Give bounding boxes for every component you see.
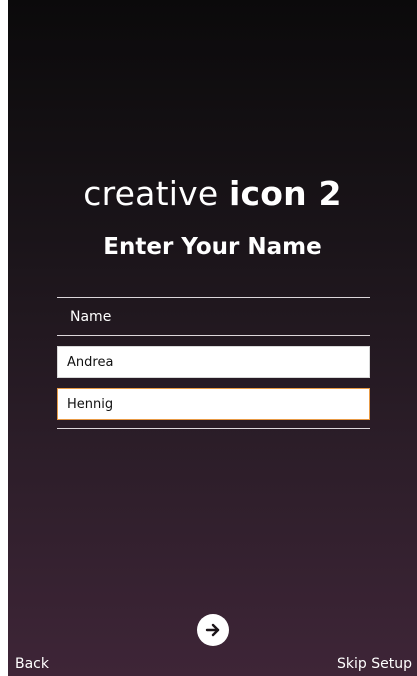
divider-middle: [57, 335, 370, 336]
divider-bottom: [57, 428, 370, 429]
arrow-right-icon: [204, 621, 222, 639]
brand-light-text: creative: [83, 174, 219, 213]
last-name-field[interactable]: [57, 388, 370, 420]
first-name-field[interactable]: [57, 346, 370, 378]
name-section-label: Name: [70, 309, 112, 325]
next-button[interactable]: [197, 614, 229, 646]
brand-bold-text: icon 2: [229, 174, 342, 213]
skip-setup-button[interactable]: Skip Setup: [337, 655, 412, 673]
setup-screen: creative icon 2 Enter Your Name Name Bac…: [8, 0, 417, 676]
page-title: Enter Your Name: [103, 234, 322, 260]
app-brand: creative icon 2: [8, 172, 417, 216]
divider-top: [57, 297, 370, 298]
back-button[interactable]: Back: [15, 655, 49, 673]
